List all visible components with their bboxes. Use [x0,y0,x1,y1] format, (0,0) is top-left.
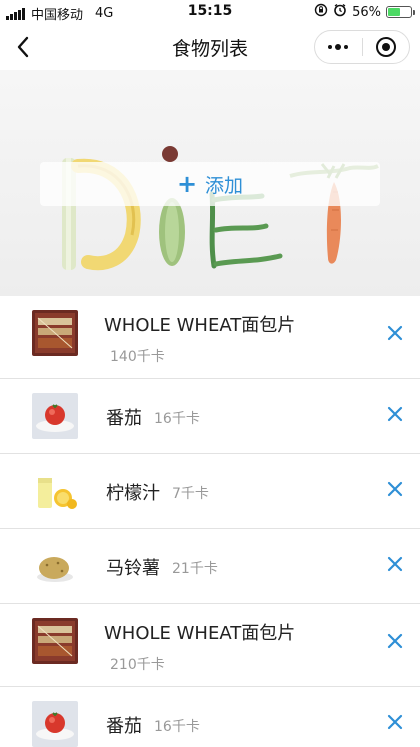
tomato-plate-image [32,701,78,747]
food-list-item[interactable]: 番茄 16千卡 [0,687,420,747]
status-right: 56% [314,3,415,21]
food-list-item[interactable]: 马铃薯 21千卡 [0,529,420,604]
bread-bag-image [32,310,78,356]
food-list-page: 中国移动 4G 15:15 56% 食物列表 + 添加 WHOLE WHEAT面… [0,0,420,747]
food-calories: 21千卡 [172,561,218,577]
food-calories: 16千卡 [154,411,200,427]
navigation-bar: 食物列表 [0,24,420,70]
food-list-item[interactable]: WHOLE WHEAT面包片 140千卡 [0,296,420,379]
mini-program-capsule [314,30,410,64]
close-mini-program-button[interactable] [362,31,409,63]
food-calories: 7千卡 [172,486,209,502]
lemon-juice-image [32,468,78,514]
food-list-item[interactable]: 番茄 16千卡 [0,379,420,454]
more-button[interactable] [315,31,362,63]
food-list-item[interactable]: 柠檬汁 7千卡 [0,454,420,529]
close-x-icon [387,325,403,345]
status-bar: 中国移动 4G 15:15 56% [0,0,420,24]
food-name: 马铃薯 [106,558,160,579]
food-name: WHOLE WHEAT面包片 [104,315,296,336]
food-list: WHOLE WHEAT面包片 140千卡 番茄 16千卡 柠檬汁 7千卡 马铃薯 21千卡 WH… [0,296,420,747]
battery-percent: 56% [352,4,381,20]
food-list-item[interactable]: WHOLE WHEAT面包片 210千卡 [0,604,420,687]
orientation-lock-icon [314,3,328,21]
delete-food-button[interactable] [384,555,406,577]
target-circle-icon [375,37,396,57]
close-x-icon [387,556,403,576]
delete-food-button[interactable] [384,324,406,346]
alarm-icon [333,3,347,21]
plus-icon: + [176,170,198,198]
food-calories: 210千卡 [110,657,165,673]
close-x-icon [387,714,403,734]
food-name: 番茄 [106,408,142,429]
food-calories: 140千卡 [110,349,165,365]
delete-food-button[interactable] [384,480,406,502]
potato-image [32,543,78,589]
add-food-label: 添加 [205,174,244,197]
delete-food-button[interactable] [384,632,406,654]
tomato-plate-image [32,393,78,439]
close-x-icon [387,481,403,501]
more-dots-icon [328,44,349,50]
delete-food-button[interactable] [384,713,406,735]
food-name: WHOLE WHEAT面包片 [104,623,296,644]
close-x-icon [387,633,403,653]
food-name: 番茄 [106,716,142,737]
bread-bag-image [32,618,78,664]
add-food-button[interactable]: + 添加 [40,162,380,206]
delete-food-button[interactable] [384,405,406,427]
close-x-icon [387,406,403,426]
food-calories: 16千卡 [154,719,200,735]
diet-banner: + 添加 [0,70,420,296]
food-name: 柠檬汁 [106,483,160,504]
battery-icon [386,6,415,18]
